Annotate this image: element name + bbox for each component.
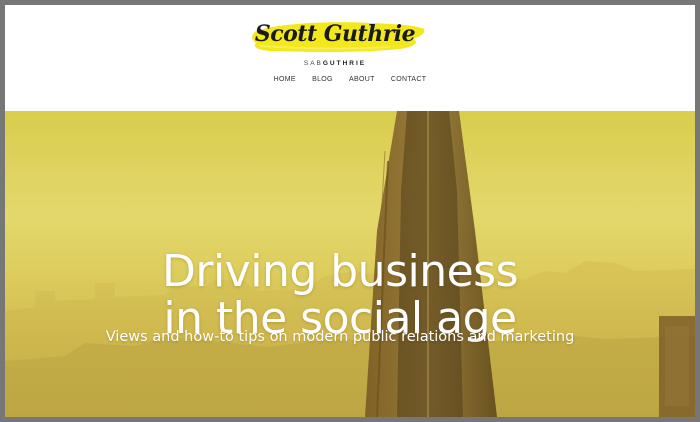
logo-subtitle: SABGUTHRIE <box>250 60 420 67</box>
hero-title-line1: Driving business <box>161 246 519 298</box>
nav-item-contact[interactable]: CONTACT <box>391 76 426 83</box>
hero-subtitle: Views and how-to tips on modern public r… <box>105 329 575 345</box>
logo-sub-main: GUTHRIE <box>322 60 367 67</box>
browser-frame: Scott Guthrie SABGUTHRIE HOME BLOG ABOUT… <box>0 0 700 422</box>
page: Scott Guthrie SABGUTHRIE HOME BLOG ABOUT… <box>5 5 695 417</box>
logo-sub-prefix: SAB <box>303 60 323 67</box>
site-header: Scott Guthrie SABGUTHRIE HOME BLOG ABOUT… <box>5 5 695 111</box>
hero-banner: Driving business in the social age Views… <box>5 111 695 417</box>
logo-title: Scott Guthrie <box>254 21 416 47</box>
main-nav: HOME BLOG ABOUT CONTACT <box>5 76 695 83</box>
site-logo[interactable]: Scott Guthrie SABGUTHRIE <box>250 17 430 67</box>
nav-item-home[interactable]: HOME <box>274 76 296 83</box>
nav-item-blog[interactable]: BLOG <box>312 76 333 83</box>
nav-item-about[interactable]: ABOUT <box>349 76 375 83</box>
